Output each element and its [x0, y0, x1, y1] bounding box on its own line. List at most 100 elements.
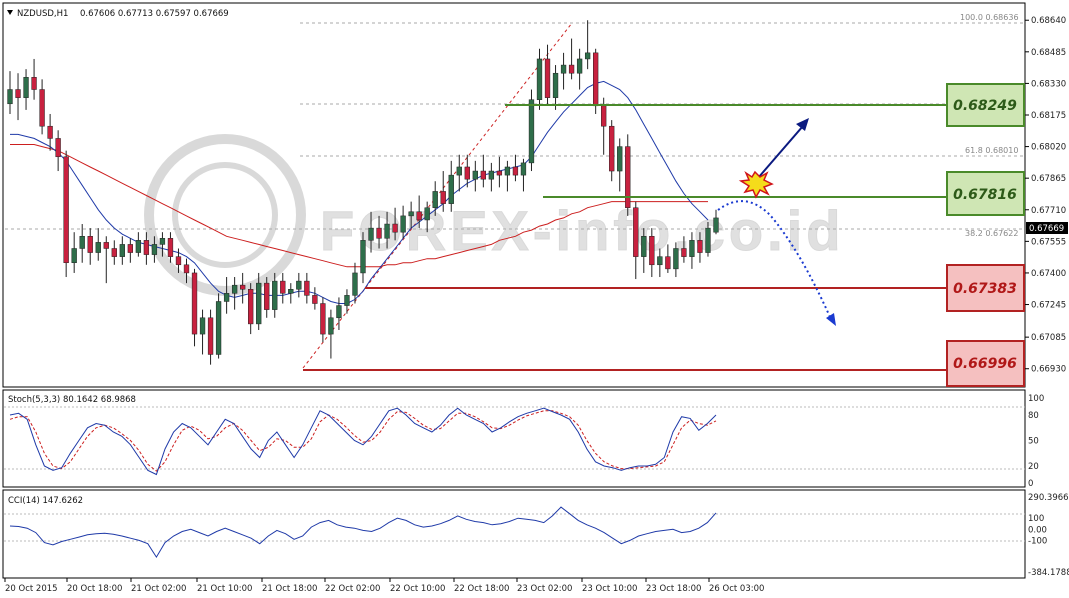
candle-body [400, 215, 406, 233]
candle-body [248, 289, 254, 325]
candle-body [264, 282, 270, 310]
candle-body [272, 280, 278, 310]
candle-body [576, 58, 583, 74]
candle-body [689, 240, 695, 257]
time-tick-label: 23 Oct 18:00 [646, 584, 701, 594]
candle-body [512, 166, 519, 176]
price-tick-label: 0.67710 [1031, 206, 1066, 216]
candle-body [95, 242, 101, 253]
candle-body [456, 166, 462, 176]
candle-body [240, 284, 246, 290]
candle-body [15, 89, 21, 98]
price-tick-label: 0.67085 [1031, 333, 1066, 343]
candle-body [23, 77, 29, 98]
candle-body [215, 301, 222, 355]
time-tick-label: 21 Oct 02:00 [131, 584, 186, 594]
candle-body [432, 191, 438, 208]
candle-body [231, 284, 238, 294]
candle-body [183, 264, 190, 274]
time-tick-label: 22 Oct 10:00 [390, 584, 445, 594]
candle-body [143, 240, 150, 255]
price-tick-label: 0.68330 [1031, 79, 1066, 89]
watermark-text: FOREX-info.co.id [320, 199, 844, 262]
candle-body [593, 52, 599, 107]
time-tick-label: 20 Oct 2015 [5, 584, 58, 594]
price-tick-label: 0.68020 [1031, 143, 1066, 153]
candle-body [528, 99, 535, 164]
stoch-tick-label: 20 [1028, 462, 1039, 472]
cci-tick-label: -100 [1028, 536, 1047, 546]
candle-body [376, 227, 382, 239]
candle-body [119, 244, 125, 257]
candle-body [536, 58, 543, 100]
candle-body [368, 227, 374, 241]
candle-body [568, 64, 575, 74]
candle-body [175, 256, 182, 266]
candle-body [448, 174, 454, 204]
candle-body [681, 248, 687, 257]
stoch-tick-label: 0 [1028, 479, 1033, 489]
candle-body [111, 248, 117, 257]
time-tick-label: 22 Oct 02:00 [325, 584, 380, 594]
candle-body [440, 191, 446, 204]
cci-tick-label: 290.3966 [1028, 493, 1069, 503]
stoch-tick-label: 50 [1028, 437, 1039, 447]
ohlc-label: 0.67606 0.67713 0.67597 0.67669 [80, 9, 229, 19]
candle-body [641, 236, 647, 257]
candle [528, 89, 535, 172]
candle-body [71, 248, 77, 264]
cci-tick-label: 0.00 [1028, 525, 1047, 535]
candle-body [625, 146, 631, 208]
candle-body [360, 240, 366, 274]
price-tick-label: 0.66930 [1031, 365, 1066, 375]
candle-body [223, 293, 230, 302]
candle-body [47, 125, 53, 139]
candle-body [665, 256, 671, 270]
cci-tick-label: -384.1788 [1028, 568, 1069, 578]
current-price-marker: 0.67669 [1026, 222, 1068, 234]
candle [625, 134, 631, 216]
candle-body [416, 211, 422, 221]
candle-body [649, 236, 655, 266]
candle-body [103, 242, 109, 249]
stoch-tick-label: 80 [1028, 411, 1039, 421]
chart-frame: FOREX-info.co.id NZDUSD,H1 0.67606 0.677… [0, 0, 1069, 598]
candle-body [480, 170, 486, 180]
candle-body [336, 305, 342, 319]
candle-body [328, 317, 334, 335]
candle-body [697, 240, 703, 253]
candle-body [7, 89, 13, 105]
candle-body [304, 280, 310, 296]
candle-body [496, 170, 503, 176]
stoch-label: Stoch(5,3,3) 80.1642 68.9868 [8, 395, 136, 405]
stoch-tick-label: 100 [1028, 394, 1044, 404]
header: NZDUSD,H1 0.67606 0.67713 0.67597 0.6766… [7, 9, 229, 19]
time-tick-label: 21 Oct 10:00 [197, 584, 252, 594]
candle-body [344, 295, 350, 306]
time-tick-label: 20 Oct 18:00 [67, 584, 122, 594]
candle-body [392, 223, 398, 233]
candle-body [504, 166, 511, 176]
candle-body [352, 272, 358, 296]
time-tick-label: 23 Oct 10:00 [582, 584, 637, 594]
candle [215, 293, 222, 359]
candle-body [256, 282, 262, 325]
resistance-tag-1: 0.67816 [953, 187, 1017, 203]
candle-body [713, 217, 719, 233]
candle-body [280, 280, 286, 294]
price-tick-label: 0.67865 [1031, 174, 1066, 184]
candle-body [705, 227, 711, 253]
candle-body [55, 138, 61, 158]
resistance-tag-2: 0.68249 [953, 98, 1017, 114]
price-tick-label: 0.68485 [1031, 48, 1066, 58]
candle-body [159, 238, 166, 245]
time-tick-label: 22 Oct 18:00 [454, 584, 509, 594]
fib-label-382: 38.2 0.67622 [965, 229, 1018, 238]
price-tick-label: 0.68640 [1031, 16, 1066, 26]
candle-body [151, 244, 158, 255]
candle [63, 150, 69, 278]
candle-body [199, 317, 206, 335]
candle-body [39, 89, 45, 127]
symbol-label: NZDUSD,H1 [17, 9, 68, 19]
candle-body [63, 156, 69, 264]
